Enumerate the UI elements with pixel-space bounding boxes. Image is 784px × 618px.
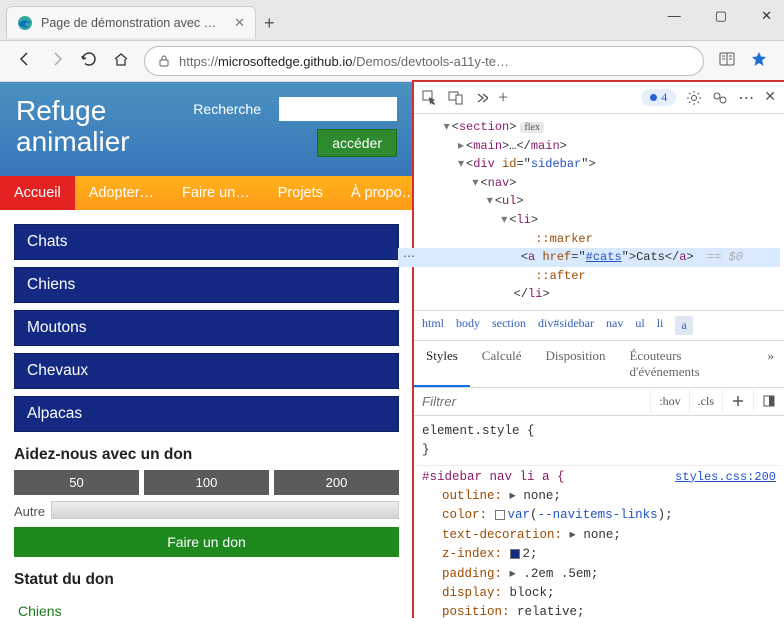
kebab-icon[interactable]: ⋯ <box>738 88 754 108</box>
close-tab-icon[interactable]: ✕ <box>234 15 245 31</box>
search-input[interactable] <box>279 97 397 121</box>
refresh-button[interactable] <box>80 50 98 73</box>
forward-button[interactable] <box>48 50 66 73</box>
minimize-button[interactable]: — <box>662 4 687 28</box>
nav-tab-adopt[interactable]: Adopter… <box>75 176 168 210</box>
edge-icon <box>17 15 33 31</box>
sidebar-item-cats[interactable]: Chats <box>14 224 399 260</box>
access-button[interactable]: accéder <box>317 129 397 157</box>
close-window-button[interactable]: ✕ <box>755 4 778 28</box>
device-icon[interactable] <box>448 90 464 106</box>
address-field[interactable]: https://microsoftedge.github.io/Demos/de… <box>144 46 704 76</box>
dom-breadcrumb: html body section div#sidebar nav ul li … <box>414 310 784 341</box>
more-tabs-icon[interactable] <box>474 91 488 105</box>
status-item: Chiens <box>14 595 399 618</box>
crumb-div[interactable]: div#sidebar <box>538 316 594 335</box>
tab-listeners[interactable]: Écouteurs d'événements <box>617 341 757 387</box>
dom-tree[interactable]: ▾<section>flex ▸<main>…</main> ▾<div id=… <box>414 114 784 310</box>
other-amount-label: Autre <box>14 501 51 519</box>
styles-filter-input[interactable] <box>414 388 650 415</box>
dom-selected-node[interactable]: <a href="#cats">Cats</a> == $0 <box>420 248 780 267</box>
cls-toggle[interactable]: .cls <box>689 390 722 413</box>
status-heading: Statut du don <box>14 571 399 589</box>
address-bar: https://microsoftedge.github.io/Demos/de… <box>0 40 784 82</box>
crumb-a[interactable]: a <box>675 316 692 335</box>
back-button[interactable] <box>16 50 34 73</box>
new-style-rule-icon[interactable] <box>722 390 753 412</box>
nav-tab-projects[interactable]: Projets <box>264 176 337 210</box>
page-banner: Refuge animalier Recherche accéder <box>0 82 413 176</box>
sidebar-item-horses[interactable]: Chevaux <box>14 353 399 389</box>
sidebar-item-sheep[interactable]: Moutons <box>14 310 399 346</box>
rule-source-link[interactable]: styles.css:200 <box>675 468 776 487</box>
crumb-li[interactable]: li <box>657 316 664 335</box>
make-donation-button[interactable]: Faire un don <box>14 527 399 557</box>
window-titlebar: Page de démonstration avec pro ✕ + — ▢ ✕ <box>0 0 784 40</box>
favorite-icon[interactable] <box>750 50 768 73</box>
sidebar-item-dogs[interactable]: Chiens <box>14 267 399 303</box>
nav-tab-home[interactable]: Accueil <box>0 176 75 210</box>
style-rules[interactable]: element.style { } styles.css:200 #sideba… <box>414 416 784 618</box>
close-devtools-icon[interactable]: ✕ <box>764 89 776 106</box>
browser-tab[interactable]: Page de démonstration avec pro ✕ <box>6 6 256 38</box>
inspect-icon[interactable] <box>422 90 438 106</box>
tab-title: Page de démonstration avec pro <box>41 16 221 30</box>
reader-icon[interactable] <box>718 50 736 73</box>
settings-icon[interactable] <box>686 90 702 106</box>
new-tab-button[interactable]: + <box>264 13 275 34</box>
maximize-button[interactable]: ▢ <box>709 4 733 28</box>
rendered-page: Refuge animalier Recherche accéder Accue… <box>0 82 414 618</box>
home-button[interactable] <box>112 50 130 73</box>
nav-tab-about[interactable]: À propo… <box>337 176 414 210</box>
lock-icon <box>157 54 171 68</box>
donate-heading: Aidez-nous avec un don <box>14 446 399 464</box>
devtools-toolbar: + 4 ⋯ ✕ <box>414 82 784 114</box>
crumb-body[interactable]: body <box>456 316 480 335</box>
tab-computed[interactable]: Calculé <box>470 341 534 387</box>
sidebar-list: Chats Chiens Moutons Chevaux Alpacas <box>0 210 413 432</box>
page-title: Refuge animalier <box>16 96 166 158</box>
nav-tab-donate[interactable]: Faire un… <box>168 176 264 210</box>
other-amount-slider[interactable] <box>51 501 399 519</box>
add-tab-icon[interactable]: + <box>498 87 508 108</box>
donate-100[interactable]: 100 <box>144 470 269 495</box>
sidebar-item-alpacas[interactable]: Alpacas <box>14 396 399 432</box>
url-text: https://microsoftedge.github.io/Demos/de… <box>179 54 509 69</box>
hov-toggle[interactable]: :hov <box>650 390 688 413</box>
experiments-icon[interactable] <box>712 90 728 106</box>
info-dot-icon <box>650 94 657 101</box>
nav-tabs: Accueil Adopter… Faire un… Projets À pro… <box>0 176 413 210</box>
issues-badge[interactable]: 4 <box>641 89 676 106</box>
more-styles-tabs-icon[interactable]: » <box>758 341 784 387</box>
search-label: Recherche <box>176 101 269 117</box>
crumb-ul[interactable]: ul <box>635 316 644 335</box>
tab-styles[interactable]: Styles <box>414 341 470 387</box>
donate-200[interactable]: 200 <box>274 470 399 495</box>
devtools-panel: + 4 ⋯ ✕ ▾<section>flex ▸<main>…</main> ▾… <box>414 82 784 618</box>
donate-50[interactable]: 50 <box>14 470 139 495</box>
crumb-html[interactable]: html <box>422 316 444 335</box>
crumb-nav[interactable]: nav <box>606 316 623 335</box>
crumb-section[interactable]: section <box>492 316 526 335</box>
styles-tabbar: Styles Calculé Disposition Écouteurs d'é… <box>414 341 784 388</box>
toggle-computed-icon[interactable] <box>753 390 784 412</box>
tab-layout[interactable]: Disposition <box>534 341 618 387</box>
styles-filter-bar: :hov .cls <box>414 388 784 416</box>
